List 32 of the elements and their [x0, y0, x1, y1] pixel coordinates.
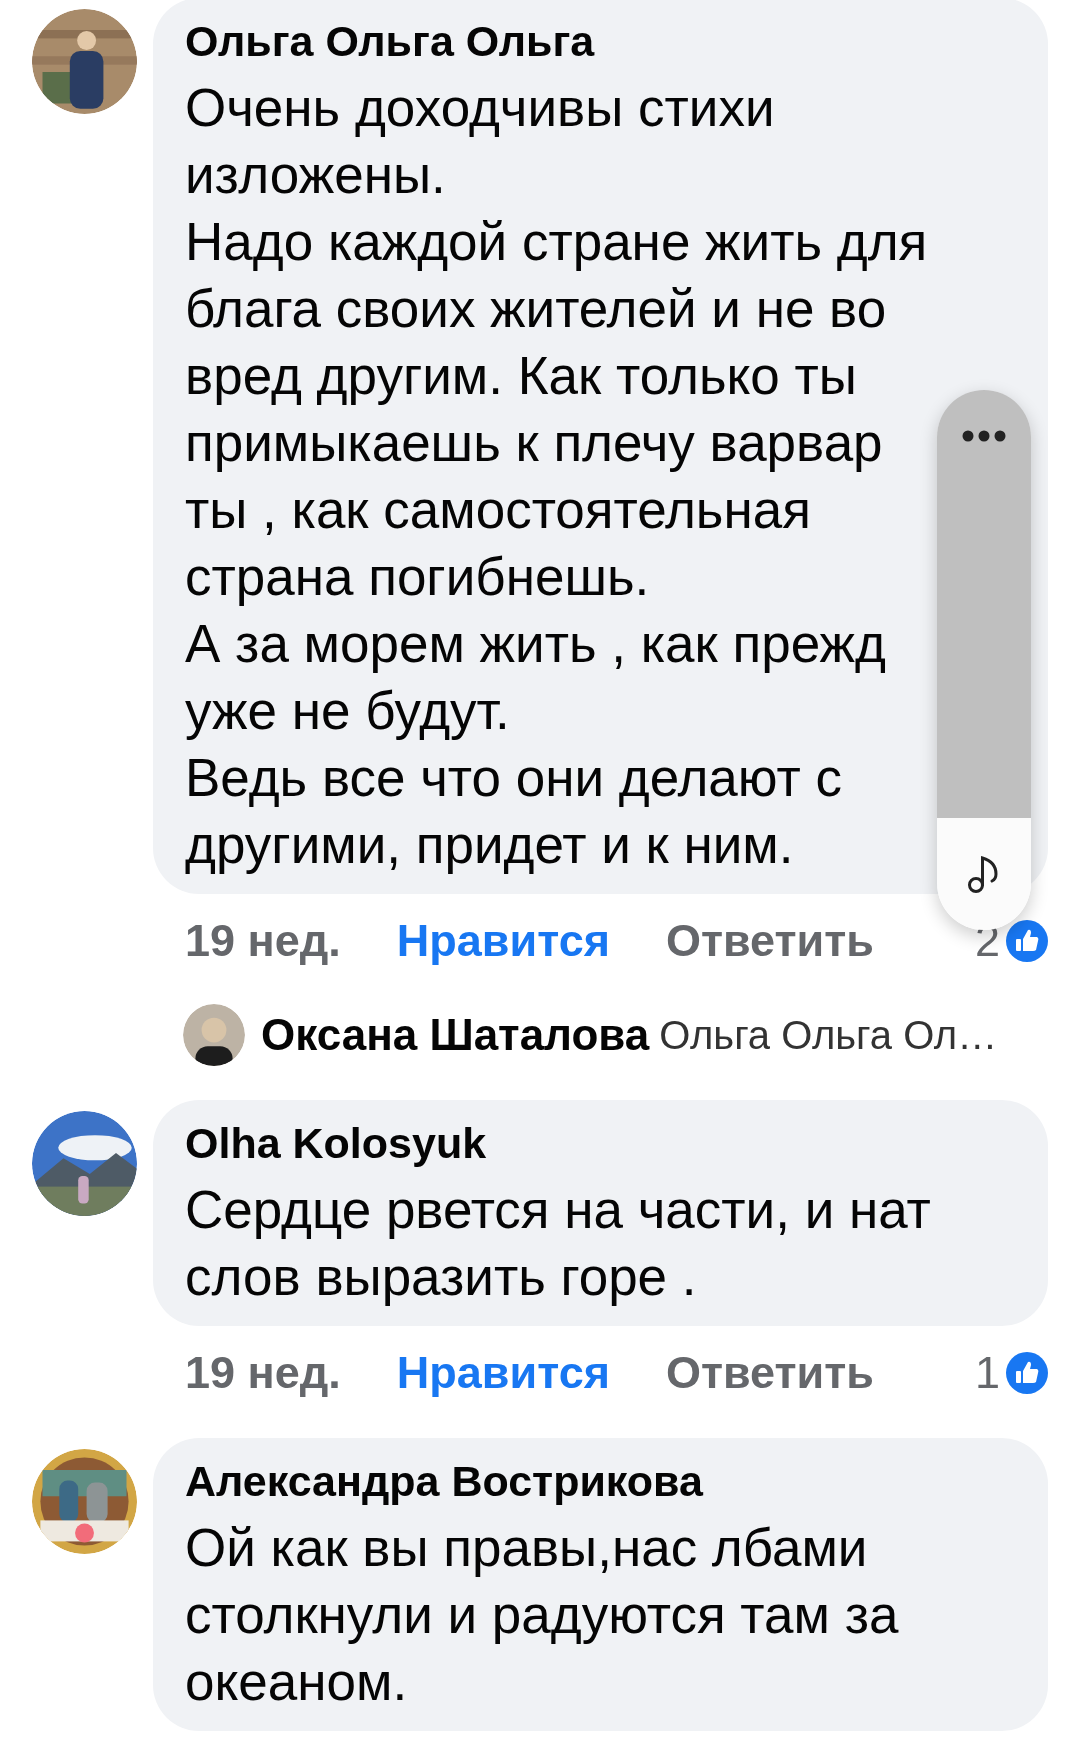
comment-text-line: океаном. — [185, 1651, 408, 1713]
comment-text-line: Надо каждой стране жить для — [185, 211, 928, 273]
comment-text-line: Очень доходчивы стихи — [185, 77, 775, 139]
thumbs-up-icon — [1006, 920, 1048, 962]
comment-text-line: столкнули и радуются там за — [185, 1584, 899, 1646]
comment-text-line: примыкаешь к плечу варвар — [185, 412, 883, 474]
comment-text-line: уже не будут. — [185, 680, 510, 742]
comment-text-line: Ой как вы правы,нас лбами — [185, 1517, 868, 1579]
comment-text-line: слов выразить горе . — [185, 1246, 697, 1308]
comment-author[interactable]: Olha Kolosyuk — [185, 1120, 487, 1166]
comment-author[interactable]: Ольга Ольга Ольга — [185, 18, 595, 64]
comment-time: 19 нед. — [185, 1347, 341, 1399]
comment-text-line: Сердце рвется на части, и нат — [185, 1179, 931, 1241]
comment-author[interactable]: Александра Вострикова — [185, 1458, 703, 1504]
reply-preview[interactable]: Ольга Ольга Ол… — [659, 1012, 998, 1058]
thumbs-up-icon — [1006, 1352, 1048, 1394]
comment-text-line: вред другим. Как только ты — [185, 345, 857, 407]
comment-text-line: ты , как самостоятельная — [185, 479, 811, 541]
reply-author[interactable]: Оксана Шаталова — [261, 1010, 650, 1060]
reply-button[interactable]: Ответить — [665, 1347, 874, 1399]
like-button[interactable]: Нравится — [396, 1347, 610, 1399]
comment-text-line: блага своих жителей и не во — [185, 278, 887, 340]
comment-text-line: А за морем жить , как прежд — [185, 613, 886, 675]
comment-time: 19 нед. — [185, 915, 341, 967]
like-button[interactable]: Нравится — [396, 915, 610, 967]
like-count: 1 — [974, 1347, 1000, 1399]
comment-text-line: Ведь все что они делают с — [185, 747, 842, 809]
comment-text-line: другими, придет и к ним. — [185, 814, 794, 876]
comment-text-line: страна погибнешь. — [185, 546, 650, 608]
comment-text-line: изложены. — [185, 144, 446, 206]
more-icon[interactable] — [962, 430, 1006, 442]
reply-button[interactable]: Ответить — [665, 915, 874, 967]
